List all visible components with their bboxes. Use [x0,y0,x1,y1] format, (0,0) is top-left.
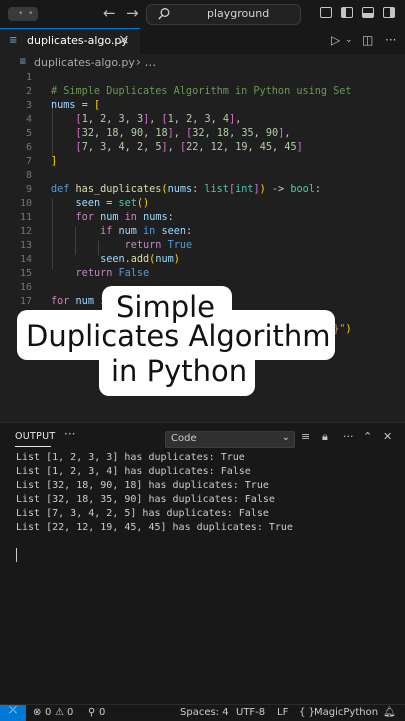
tab-output[interactable]: OUTPUT [15,431,56,442]
code-line: if num in seen: [100,226,193,237]
code-line: [32, 18, 90, 18], [32, 18, 35, 90], [75,128,291,139]
code-line: ] [51,156,58,167]
breadcrumb-separator: › ... [136,55,157,69]
line-number: 5 [25,128,32,139]
line-number: 10 [19,198,32,209]
title-bar: • • ← → playground [0,0,405,29]
toggle-panel-icon[interactable] [362,7,374,18]
output-channel-select[interactable]: Code ⌄ [165,431,295,448]
maximize-panel-chevron-up-icon[interactable]: ⌃ [363,430,372,443]
panel-more-icon[interactable]: ··· [64,427,75,441]
close-tab-icon[interactable]: × [118,32,130,48]
output-line: List [1, 2, 3, 3] has duplicates: True [16,452,245,463]
forward-arrow-icon[interactable]: → [126,4,139,22]
code-line: [7, 3, 4, 2, 5], [22, 12, 19, 45, 45] [75,142,303,153]
output-line: List [1, 2, 3, 4] has duplicates: False [16,466,251,477]
indentation[interactable]: Spaces: 4 [180,707,229,718]
ports-icon[interactable]: ⚲ [88,707,95,718]
more-actions-icon[interactable]: ··· [343,430,354,443]
active-tab-indicator [15,446,51,447]
line-number: 7 [25,156,32,167]
caption-line-3: in Python [111,354,248,388]
code-line: seen = set() [75,198,150,209]
caption-line-2: Duplicates Algorithm [26,319,331,353]
output-line: List [7, 3, 4, 2, 5] has duplicates: Fal… [16,508,269,519]
filter-list-icon[interactable]: ≡ [301,430,310,443]
output-line: List [32, 18, 35, 90] has duplicates: Fa… [16,494,275,505]
search-text: playground [207,7,270,20]
line-number: 6 [25,142,32,153]
code-line: nums = [ [51,100,101,111]
warning-count[interactable]: 0 [67,707,73,718]
python-file-icon: ≡ [9,35,18,46]
breadcrumb: ≡ duplicates-algo.py › ... [0,54,405,72]
customize-layout-icon[interactable] [320,7,332,18]
output-line: List [22, 12, 19, 45, 45] has duplicates… [16,522,293,533]
encoding[interactable]: UTF-8 [236,707,265,718]
editor-tab-bar: ≡ duplicates-algo.py × ▷ ⌄ ◫ ··· [0,28,405,54]
errors-icon[interactable]: ⊗ [33,707,41,718]
back-arrow-icon[interactable]: ← [103,4,116,22]
python-file-icon: ≡ [19,57,27,67]
line-number: 3 [25,100,32,111]
output-line: List [32, 18, 90, 18] has duplicates: Tr… [16,480,269,491]
remote-indicator-icon[interactable]: ⤫ [0,705,26,721]
end-of-line[interactable]: LF [277,707,288,718]
code-line: for num in nums: [75,212,174,223]
ports-count[interactable]: 0 [99,707,105,718]
output-panel: OUTPUT ··· Code ⌄ ≡ 🔒︎ ··· ⌃ ✕ List [1, … [0,422,405,705]
code-line: seen.add(num) [100,254,180,265]
close-panel-icon[interactable]: ✕ [383,430,392,443]
tab-duplicates-algo[interactable]: ≡ duplicates-algo.py × [0,28,140,54]
toggle-secondary-sidebar-icon[interactable] [383,7,395,18]
run-python-icon[interactable]: ▷ [331,33,340,47]
code-line: return False [75,268,150,279]
line-number: 1 [25,72,32,83]
status-bar: ⤫ ⊗ 0 ⚠ 0 ⚲ 0 Spaces: 4 UTF-8 LF { } Mag… [0,704,405,721]
line-number: 9 [25,184,32,195]
code-line: # Simple Duplicates Algorithm in Python … [51,86,352,97]
output-channel-label: Code [171,433,197,444]
text-cursor [16,548,17,562]
line-number: 13 [19,240,32,251]
code-line: [1, 2, 3, 3], [1, 2, 3, 4], [75,114,242,125]
run-dropdown-chevron-icon[interactable]: ⌄ [345,35,353,45]
line-number: 15 [19,268,32,279]
window-controls[interactable]: • • [8,7,38,21]
breadcrumb-file[interactable]: duplicates-algo.py [34,56,135,69]
toggle-primary-sidebar-icon[interactable] [341,7,353,18]
line-number: 11 [19,212,32,223]
line-number: 4 [25,114,32,125]
line-number: 16 [19,282,32,293]
line-number: 17 [19,296,32,307]
split-editor-icon[interactable]: ◫ [362,33,373,47]
search-icon [158,8,170,20]
line-number: 14 [19,254,32,265]
more-actions-icon[interactable]: ··· [385,33,396,47]
line-number: 8 [25,170,32,181]
error-count[interactable]: 0 [45,707,51,718]
notifications-bell-icon[interactable]: 🔔︎ [383,707,396,718]
lock-scroll-icon[interactable]: 🔒︎ [322,430,328,444]
line-number: 12 [19,226,32,237]
tab-label: duplicates-algo.py [27,34,128,47]
chevron-down-icon: ⌄ [281,432,290,443]
warnings-icon[interactable]: ⚠ [55,707,64,718]
code-editor[interactable]: 12345678910111213141516171819 # Simple D… [0,72,405,422]
line-number: 2 [25,86,32,97]
language-mode[interactable]: MagicPython [314,707,378,718]
code-line: return True [124,240,193,251]
code-line: def has_duplicates(nums: list[int]) -> b… [51,184,321,195]
language-braces-icon: { } [299,707,315,718]
command-center-search[interactable]: playground [146,4,301,25]
